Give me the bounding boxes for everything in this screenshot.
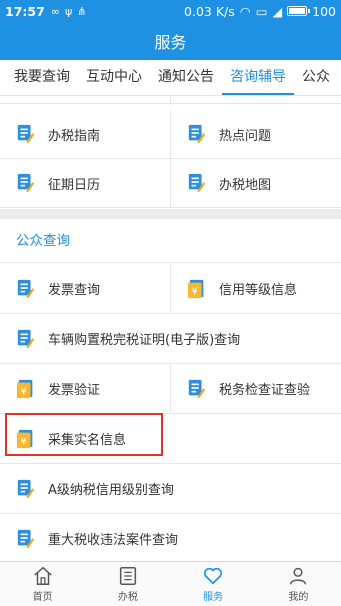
document-edit-icon bbox=[17, 329, 35, 348]
grid-row: 征期日历 办税地图 bbox=[0, 159, 341, 208]
grid-item-label: 车辆购置税完税证明(电子版)查询 bbox=[48, 333, 241, 348]
grid-row: 发票查询 信用等级信息 bbox=[0, 264, 341, 314]
grid-row-full: 重大税收违法案件查询 bbox=[0, 514, 341, 561]
grid-row: 办税指南 热点问题 bbox=[0, 110, 341, 159]
grid-item-tax-calendar[interactable]: 征期日历 bbox=[0, 159, 170, 207]
grid-item-label: 办税地图 bbox=[219, 177, 272, 193]
grid-item-label: 采集实名信息 bbox=[48, 433, 127, 448]
battery-level: 100 bbox=[312, 3, 336, 19]
battery-icon bbox=[287, 6, 311, 16]
nav-label: 办税 bbox=[117, 592, 138, 603]
status-time: 17:57 bbox=[5, 3, 45, 19]
grid-item-hot-issues[interactable]: 热点问题 bbox=[170, 110, 341, 158]
yuan-document-icon bbox=[16, 429, 33, 448]
tab-consulting[interactable]: 咨询辅导 bbox=[222, 60, 294, 95]
nav-tax[interactable]: 办税 bbox=[85, 562, 170, 606]
grid-item-invoice-verify[interactable]: 发票验证 bbox=[0, 364, 170, 413]
share-icon: ⋔ bbox=[77, 4, 87, 18]
nav-label: 首页 bbox=[32, 592, 53, 603]
document-edit-icon bbox=[188, 124, 206, 144]
yuan-document-icon bbox=[187, 279, 204, 298]
document-edit-icon bbox=[188, 379, 206, 398]
list-icon bbox=[119, 567, 136, 585]
usb-icon: ψ bbox=[64, 4, 73, 18]
grid-item-label: 发票查询 bbox=[48, 283, 101, 298]
nav-service[interactable]: 服务 bbox=[171, 562, 256, 606]
document-edit-icon bbox=[17, 124, 35, 144]
bottom-nav: 首页 办税 服务 我的 bbox=[0, 561, 341, 606]
grid-item-label: 重大税收违法案件查询 bbox=[48, 533, 179, 548]
grid-item-label: 征期日历 bbox=[48, 177, 101, 193]
infinity-icon: ∞ bbox=[50, 4, 60, 18]
grid-item-a-credit-query[interactable]: A级纳税信用级别查询 bbox=[0, 464, 341, 513]
document-edit-icon bbox=[17, 479, 35, 498]
grid-item-major-violation-query[interactable]: 重大税收违法案件查询 bbox=[0, 514, 341, 561]
grid-row-scrolled bbox=[0, 96, 341, 104]
wifi-icon: ◠ bbox=[239, 3, 251, 19]
grid-item-label: 热点问题 bbox=[219, 128, 272, 144]
status-right: 0.03 K/s ◠ ▭ ◢ 100 bbox=[184, 4, 336, 19]
grid-item-hidden-right[interactable] bbox=[170, 96, 341, 103]
status-bar: 17:57 ∞ ψ ⋔ 0.03 K/s ◠ ▭ ◢ 100 bbox=[0, 0, 341, 22]
section-title: 公众查询 bbox=[0, 219, 341, 263]
network-speed: 0.03 K/s bbox=[184, 3, 235, 19]
document-edit-icon bbox=[17, 279, 35, 298]
grid-item-hidden-left[interactable] bbox=[0, 96, 170, 103]
grid-item-label: 税务检查证查验 bbox=[219, 383, 311, 398]
document-edit-icon bbox=[17, 173, 35, 193]
screen-icon: ▭ bbox=[255, 3, 268, 19]
person-icon bbox=[290, 567, 307, 585]
nav-label: 服务 bbox=[203, 592, 224, 603]
section-divider bbox=[0, 209, 341, 219]
grid-item-credit-level[interactable]: 信用等级信息 bbox=[170, 264, 341, 313]
home-icon bbox=[33, 566, 52, 585]
nav-mine[interactable]: 我的 bbox=[256, 562, 341, 606]
nav-home[interactable]: 首页 bbox=[0, 562, 85, 606]
nav-label: 我的 bbox=[288, 592, 309, 603]
grid-item-tax-guide[interactable]: 办税指南 bbox=[0, 110, 170, 158]
tab-notice[interactable]: 通知公告 bbox=[150, 60, 222, 95]
grid-item-invoice-query[interactable]: 发票查询 bbox=[0, 264, 170, 313]
grid-item-label: 办税指南 bbox=[48, 128, 101, 144]
grid-item-label: 信用等级信息 bbox=[219, 283, 298, 298]
yuan-document-icon bbox=[16, 379, 33, 398]
page-title: 服务 bbox=[0, 22, 341, 60]
grid-item-label: A级纳税信用级别查询 bbox=[48, 483, 174, 498]
service-content: 办税指南 热点问题 征期日历 办税地图 公众查询 发票查询 信用等级信息 车辆购… bbox=[0, 96, 341, 561]
grid-item-vehicle-tax-proof[interactable]: 车辆购置税完税证明(电子版)查询 bbox=[0, 314, 341, 363]
category-tabs: 我要查询 互动中心 通知公告 咨询辅导 公众 bbox=[0, 60, 341, 96]
grid-row: 采集实名信息 bbox=[0, 414, 341, 464]
tab-interaction[interactable]: 互动中心 bbox=[78, 60, 150, 95]
heart-icon bbox=[204, 567, 223, 585]
status-icons: ∞ ψ ⋔ bbox=[51, 5, 87, 18]
document-edit-icon bbox=[188, 173, 206, 193]
document-edit-icon bbox=[17, 529, 35, 548]
grid-item-inspection-check[interactable]: 税务检查证查验 bbox=[170, 364, 341, 413]
grid-item-empty bbox=[171, 414, 341, 463]
grid-row: 发票验证 税务检查证查验 bbox=[0, 364, 341, 414]
grid-item-label: 发票验证 bbox=[48, 383, 101, 398]
tab-query[interactable]: 我要查询 bbox=[0, 60, 78, 95]
signal-icon: ◢ bbox=[272, 3, 283, 19]
grid-row-full: A级纳税信用级别查询 bbox=[0, 464, 341, 514]
tab-public[interactable]: 公众 bbox=[294, 60, 338, 95]
grid-row-full: 车辆购置税完税证明(电子版)查询 bbox=[0, 314, 341, 364]
grid-item-real-name-info[interactable]: 采集实名信息 bbox=[0, 414, 171, 463]
grid-item-tax-map[interactable]: 办税地图 bbox=[170, 159, 341, 207]
